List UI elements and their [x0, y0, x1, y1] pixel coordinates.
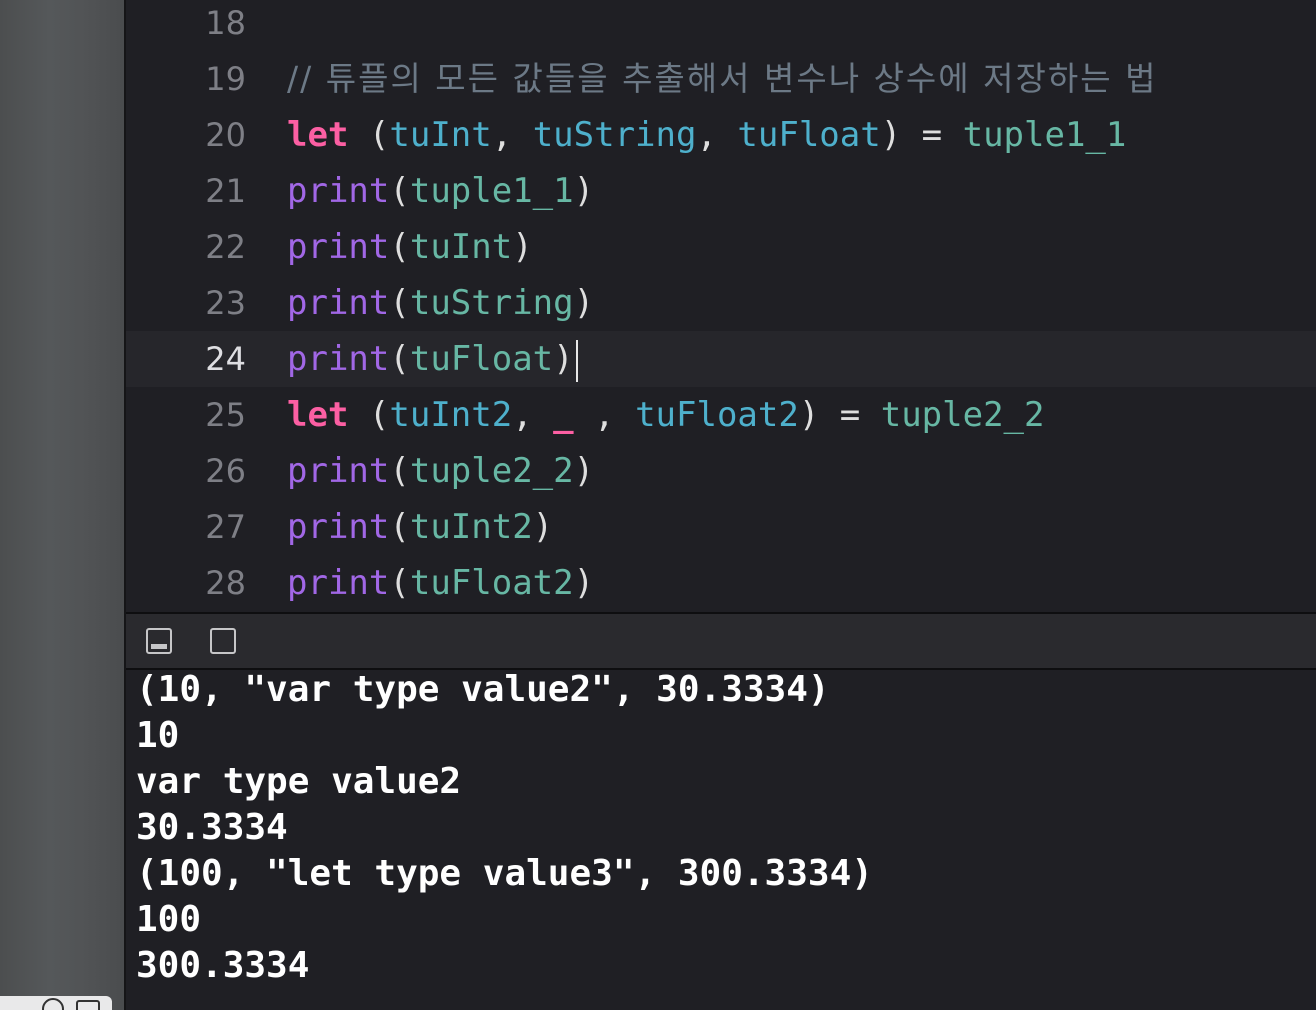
code-line[interactable]: 27 print(tuInt2) [126, 499, 1316, 555]
punct-token: ) [798, 395, 820, 435]
code-text[interactable]: let (tuInt, tuString, tuFloat) = tuple1_… [287, 107, 1126, 163]
line-number: 28 [205, 564, 246, 602]
punct-token: ) [880, 115, 902, 155]
code-line[interactable]: 20 let (tuInt, tuString, tuFloat) = tupl… [126, 107, 1316, 163]
sidebar-controls [0, 994, 124, 1010]
console-line: 30.3334 [136, 807, 288, 848]
variable-token: tuString [512, 115, 697, 155]
punct-token: ( [348, 115, 390, 155]
keyword-token: let [287, 115, 349, 155]
debug-bar [126, 614, 1316, 670]
line-number: 27 [205, 508, 246, 546]
code-text[interactable]: print(tuInt) [287, 219, 533, 275]
function-token: print [287, 227, 390, 267]
code-text[interactable]: print(tuFloat2) [287, 555, 594, 611]
code-line[interactable]: 25 let (tuInt2, _ , tuFloat2) = tuple2_2 [126, 387, 1316, 443]
punct-token: ) [553, 339, 574, 379]
operator-token: = [819, 395, 881, 435]
console-line: 100 [136, 899, 202, 940]
code-line[interactable]: 19 // 튜플의 모든 값들을 추출해서 변수나 상수에 저장하는 법 [126, 51, 1316, 107]
punct-token: ( [389, 339, 410, 379]
console-line: (10, "var type value2", 30.3334) [136, 670, 830, 710]
identifier-token: tuFloat2 [409, 563, 574, 603]
identifier-token: tuFloat [409, 339, 554, 379]
punct-token: ( [389, 563, 410, 603]
function-token: print [287, 339, 390, 379]
code-line-current[interactable]: 24 print(tuFloat) [126, 331, 1316, 387]
variable-token: tuFloat2 [614, 395, 799, 435]
code-text[interactable]: print(tuFloat) [287, 331, 578, 387]
punct-token: ( [389, 451, 410, 491]
source-editor[interactable]: 18 19 // 튜플의 모든 값들을 추출해서 변수나 상수에 저장하는 법 … [126, 0, 1316, 612]
code-comment[interactable]: // 튜플의 모든 값들을 추출해서 변수나 상수에 저장하는 법 [287, 51, 1157, 107]
xcode-window: 18 19 // 튜플의 모든 값들을 추출해서 변수나 상수에 저장하는 법 … [0, 0, 1316, 1010]
identifier-token: tuInt [409, 227, 513, 267]
line-number: 26 [205, 452, 246, 490]
identifier-token: tuString [409, 283, 574, 323]
punct-token: ) [532, 507, 554, 547]
function-token: print [287, 171, 390, 211]
console-line: 10 [136, 715, 180, 756]
split-view-icon[interactable] [210, 628, 236, 654]
code-line[interactable]: 28 print(tuFloat2) [126, 555, 1316, 611]
variable-token: tuInt [389, 115, 492, 155]
punct-token: ( [389, 227, 410, 267]
navigator-sidebar [0, 0, 124, 1010]
code-text[interactable]: print(tuInt2) [287, 499, 553, 555]
function-token: print [287, 451, 390, 491]
punct-token: , [696, 115, 717, 155]
console-line: var type value2 [136, 761, 462, 802]
variable-token: tuInt2 [389, 395, 513, 435]
function-token: print [287, 283, 390, 323]
punct-token: ) [573, 451, 595, 491]
punct-token: , [573, 395, 615, 435]
punct-token: ) [512, 227, 533, 267]
window-icon[interactable] [76, 1000, 100, 1010]
identifier-token: tuple1_1 [962, 115, 1127, 155]
punct-token: ( [389, 171, 410, 211]
code-text[interactable]: print(tuple1_1) [287, 163, 594, 219]
console-output[interactable]: (10, "var type value2", 30.3334) 10 var … [126, 670, 1316, 1010]
text-cursor [575, 339, 578, 382]
punct-token: , [491, 115, 513, 155]
line-number: 18 [205, 4, 246, 42]
line-number: 24 [205, 340, 246, 378]
hide-debug-area-icon[interactable] [146, 628, 172, 654]
punct-token: ) [573, 171, 595, 211]
identifier-token: tuInt2 [409, 507, 533, 547]
keyword-token: let [287, 395, 349, 435]
line-number: 20 [205, 116, 246, 154]
code-line[interactable]: 26 print(tuple2_2) [126, 443, 1316, 499]
console-line: (100, "let type value3", 300.3334) [136, 853, 873, 894]
punct-token: ( [389, 283, 410, 323]
console-line: 300.3334 [136, 945, 310, 986]
punct-token: ( [348, 395, 390, 435]
code-text[interactable]: print(tuString) [287, 275, 594, 331]
identifier-token: tuple2_2 [409, 451, 574, 491]
identifier-token: tuple1_1 [409, 171, 574, 211]
operator-token: = [901, 115, 963, 155]
punct-token: ( [389, 507, 410, 547]
variable-token: tuFloat [716, 115, 881, 155]
code-text[interactable]: let (tuInt2, _ , tuFloat2) = tuple2_2 [287, 387, 1045, 443]
punct-token: ) [573, 283, 595, 323]
line-number: 19 [205, 60, 246, 98]
line-number: 21 [205, 172, 246, 210]
line-number: 23 [205, 284, 246, 322]
function-token: print [287, 507, 390, 547]
code-line[interactable]: 22 print(tuInt) [126, 219, 1316, 275]
wildcard-token: _ [532, 395, 574, 435]
code-line[interactable]: 18 [126, 0, 1316, 51]
punct-token: , [512, 395, 533, 435]
punct-token: ) [573, 563, 595, 603]
code-text[interactable]: print(tuple2_2) [287, 443, 594, 499]
code-line[interactable]: 23 print(tuString) [126, 275, 1316, 331]
line-number: 22 [205, 228, 246, 266]
line-number: 25 [205, 396, 246, 434]
code-line[interactable]: 21 print(tuple1_1) [126, 163, 1316, 219]
identifier-token: tuple2_2 [880, 395, 1045, 435]
function-token: print [287, 563, 390, 603]
